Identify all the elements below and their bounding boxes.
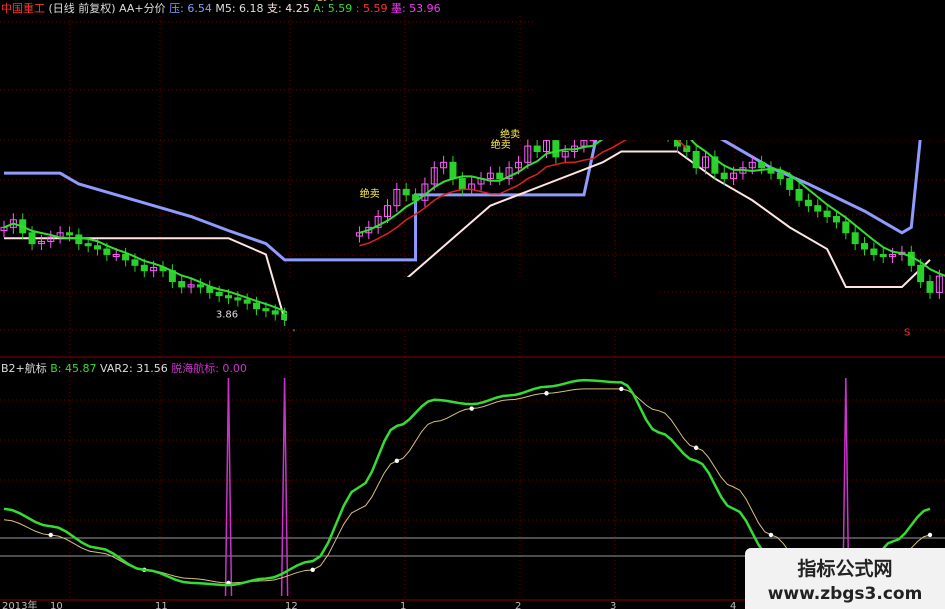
price-header-item-6: A: 5.59 bbox=[313, 2, 356, 15]
var2-point bbox=[768, 532, 774, 538]
price-header-item-5: 支: 4.25 bbox=[267, 2, 314, 15]
var2-point bbox=[48, 532, 53, 538]
indicator-header-item-1: B: 45.87 bbox=[50, 362, 101, 375]
candle-body bbox=[402, 188, 410, 196]
x-axis-label: 3 bbox=[610, 601, 616, 609]
candle-body bbox=[215, 291, 223, 297]
sell-signal-label: 绝卖 bbox=[500, 127, 520, 140]
candle-body bbox=[103, 248, 111, 255]
var2-point bbox=[469, 406, 474, 411]
sell-signal-label: 绝卖 bbox=[360, 187, 380, 200]
candle-body bbox=[832, 216, 840, 223]
candle-body bbox=[84, 243, 92, 247]
x-axis-label: 11 bbox=[155, 601, 168, 609]
price-header-item-4: M5: 6.18 bbox=[215, 2, 268, 15]
candle-body bbox=[861, 243, 869, 250]
var2-point bbox=[619, 386, 624, 392]
candle-body bbox=[131, 259, 139, 266]
candle-body bbox=[842, 221, 850, 234]
indicator-header-item-2: VAR2: 31.56 bbox=[100, 362, 172, 375]
candle-body bbox=[926, 281, 934, 293]
price-header-item-1: (日线 前复权) bbox=[48, 2, 120, 15]
candle-body bbox=[496, 172, 504, 180]
candle-body bbox=[140, 264, 148, 272]
candle-body bbox=[449, 161, 457, 180]
candle-body bbox=[533, 145, 541, 152]
watermark-url: www.zbgs3.com bbox=[767, 584, 923, 604]
candle-body bbox=[196, 284, 204, 288]
candle-body bbox=[234, 297, 242, 301]
candle-body bbox=[870, 248, 878, 255]
candle-body bbox=[795, 188, 803, 201]
price-panel-header: 中国重工 (日线 前复权) AA+分价 压: 6.54 M5: 6.18 支: … bbox=[1, 2, 441, 16]
price-header-item-2: AA+分价 bbox=[119, 2, 170, 15]
price-header-item-3: 压: 6.54 bbox=[169, 2, 216, 15]
candle-body bbox=[917, 264, 925, 283]
hull-spike bbox=[224, 377, 233, 597]
price-header-item-0: 中国重工 bbox=[1, 2, 49, 15]
candle-body bbox=[879, 253, 887, 258]
moving-average-line bbox=[359, 115, 945, 277]
candle-body bbox=[65, 232, 73, 236]
candle-body bbox=[786, 178, 794, 190]
indicator-header-item-3: 脱海航标: 0.00 bbox=[171, 362, 247, 375]
hull-spike bbox=[280, 377, 289, 597]
candle-body bbox=[253, 302, 261, 310]
moving-average-red-line bbox=[359, 129, 688, 247]
candle-body bbox=[243, 299, 251, 304]
price-tag-label: 3.86 bbox=[216, 309, 238, 320]
candle-body bbox=[28, 232, 36, 245]
candle-body bbox=[458, 178, 466, 190]
candle-body bbox=[720, 172, 728, 180]
candle-body bbox=[814, 205, 822, 212]
candle-body bbox=[776, 172, 784, 180]
redaction-block bbox=[287, 277, 658, 329]
redaction-block bbox=[534, 0, 945, 140]
var2-point bbox=[927, 532, 933, 538]
var2-point bbox=[544, 391, 549, 396]
candle-body bbox=[692, 150, 700, 169]
signal-marker: S bbox=[904, 328, 910, 339]
var2-point bbox=[693, 445, 699, 450]
candle-body bbox=[851, 232, 859, 245]
candle-body bbox=[823, 210, 831, 218]
x-axis-label: 2013年 bbox=[2, 599, 37, 609]
candle-body bbox=[271, 310, 279, 315]
price-header-item-8: 墨: 53.96 bbox=[390, 2, 441, 15]
candle-body bbox=[804, 199, 812, 207]
candle-body bbox=[94, 245, 102, 250]
candle-body bbox=[122, 253, 130, 261]
x-axis-label: 4 bbox=[730, 601, 736, 609]
watermark-title: 指标公式网 bbox=[797, 558, 893, 580]
candle-body bbox=[552, 140, 560, 158]
candle-body bbox=[178, 281, 186, 288]
x-axis-label: 2 bbox=[515, 601, 521, 609]
x-axis-label: 1 bbox=[400, 601, 406, 609]
candle-body bbox=[75, 234, 83, 245]
x-axis-label: 10 bbox=[50, 601, 63, 609]
candle-body bbox=[758, 161, 766, 169]
var2-point bbox=[394, 458, 400, 464]
candle-body bbox=[262, 308, 270, 312]
var2-point bbox=[310, 567, 315, 573]
x-axis-label: 12 bbox=[285, 601, 298, 609]
price-header-item-7: : 5.59 bbox=[355, 2, 391, 15]
watermark: 指标公式网 www.zbgs3.com bbox=[745, 548, 945, 609]
indicator-header-item-0: B2+航标 bbox=[1, 362, 51, 375]
candle-body bbox=[224, 295, 232, 299]
indicator-panel-header: B2+航标 B: 45.87 VAR2: 31.56 脱海航标: 0.00 bbox=[1, 362, 247, 376]
